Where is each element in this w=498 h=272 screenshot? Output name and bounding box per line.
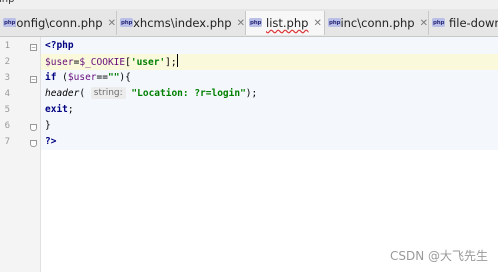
code-line: }	[45, 120, 51, 131]
code-line: if ($user==""){	[45, 72, 131, 83]
code-editor[interactable]: <?php $user=$_COOKIE['user']; if ($user=…	[41, 37, 498, 272]
close-icon[interactable]: ✕	[420, 18, 428, 29]
tab-list[interactable]: php list.php ✕	[246, 11, 325, 35]
tab-label: config\conn.php	[10, 16, 103, 30]
tab-label: list.php	[266, 16, 309, 30]
php-file-icon: php	[432, 18, 445, 27]
code-line: $user=$_COOKIE['user'];	[45, 54, 178, 70]
code-line: ?>	[45, 136, 57, 147]
tab-label: inc\conn.php	[340, 16, 415, 30]
code-line: header( string: "Location: ?r=login");	[45, 87, 258, 99]
line-number: 2	[4, 57, 10, 67]
editor-tab-bar: php config\conn.php ✕ php xhcms\index.ph…	[0, 9, 498, 37]
tab-config-conn[interactable]: php config\conn.php ✕	[0, 11, 117, 35]
tab-file-down[interactable]: php file-down	[429, 11, 498, 35]
line-number: 4	[4, 89, 10, 99]
text-caret	[176, 54, 178, 67]
fold-toggle-icon[interactable]: −	[30, 76, 37, 83]
code-line: <?php	[45, 40, 74, 51]
php-file-icon: php	[3, 18, 16, 27]
php-file-icon: php	[120, 18, 133, 27]
fold-end-icon[interactable]	[30, 124, 37, 131]
php-file-icon: php	[328, 18, 341, 27]
tab-xhcms-index[interactable]: php xhcms\index.php ✕	[117, 11, 246, 35]
tab-label: xhcms\index.php	[133, 16, 232, 30]
line-number-gutter: 1 2 3 4 5 6 7 − −	[0, 37, 41, 272]
close-icon[interactable]: ✕	[108, 18, 116, 29]
line-number: 7	[4, 137, 10, 147]
line-number: 1	[4, 41, 10, 51]
fold-toggle-icon[interactable]: −	[30, 44, 37, 51]
line-number: 3	[4, 73, 10, 83]
parameter-hint: string:	[90, 87, 126, 99]
php-file-icon: php	[249, 18, 262, 27]
fold-end-icon[interactable]	[30, 140, 37, 147]
breadcrumb-text: ihp	[0, 0, 14, 5]
watermark: CSDN @大飞先生	[389, 249, 488, 263]
tab-inc-conn[interactable]: php inc\conn.php ✕	[325, 11, 429, 35]
close-icon[interactable]: ✕	[313, 18, 321, 29]
tab-label: file-down	[449, 16, 498, 30]
code-line: exit;	[45, 104, 74, 115]
close-icon[interactable]: ✕	[237, 18, 245, 29]
breadcrumb: ihp	[0, 0, 498, 9]
line-number: 5	[4, 105, 10, 115]
line-number: 6	[4, 121, 10, 131]
